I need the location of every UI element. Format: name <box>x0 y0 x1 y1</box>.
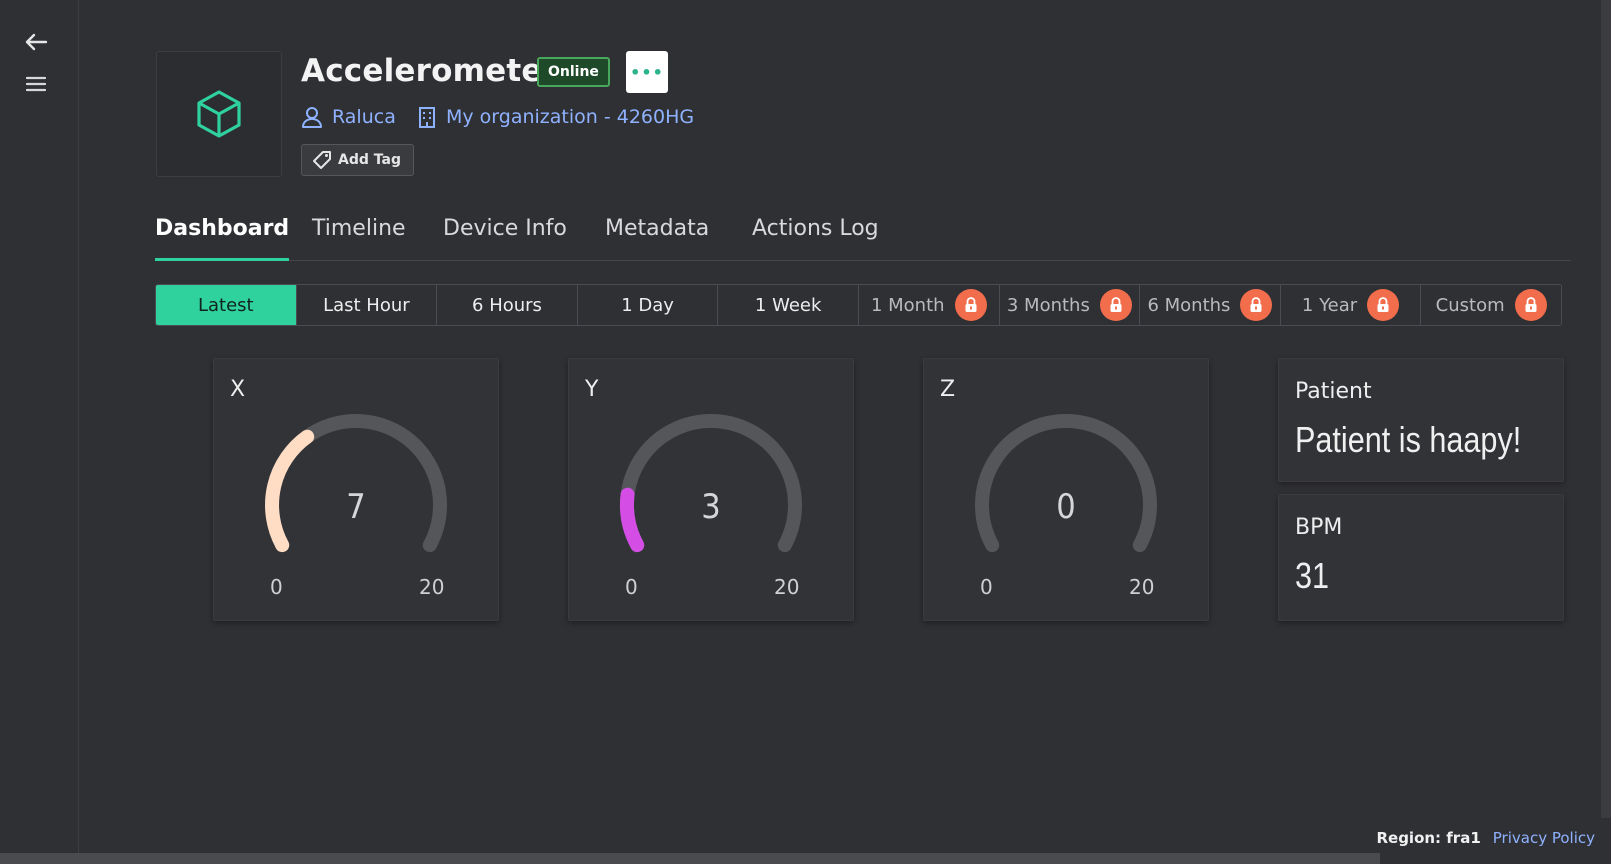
tab-metadata[interactable]: Metadata <box>605 210 709 260</box>
gauge-widget-y: Y 3 0 20 <box>568 358 854 621</box>
gauge-max-label: 20 <box>774 575 800 599</box>
organization-link[interactable]: My organization - 4260HG <box>417 104 694 130</box>
organization-name: My organization - 4260HG <box>446 106 695 128</box>
range-6-hours[interactable]: 6 Hours <box>437 285 578 325</box>
time-range-selector: Latest Last Hour 6 Hours 1 Day 1 Week 1 … <box>155 284 1562 326</box>
add-tag-label: Add Tag <box>338 152 401 168</box>
range-6-months[interactable]: 6 Months <box>1140 285 1281 325</box>
lock-icon <box>1240 289 1273 321</box>
gauge-min-label: 0 <box>625 575 638 599</box>
widget-title: Patient <box>1295 379 1372 404</box>
hamburger-menu-icon[interactable] <box>22 70 50 98</box>
gauge-min-label: 0 <box>980 575 993 599</box>
user-icon <box>302 107 322 128</box>
building-icon <box>419 107 435 128</box>
range-label: Latest <box>197 294 254 316</box>
range-label: 3 Months <box>1006 294 1090 316</box>
gauge-max-label: 20 <box>1129 575 1155 599</box>
lock-icon <box>1514 289 1547 321</box>
tab-timeline[interactable]: Timeline <box>312 210 406 260</box>
range-3-months[interactable]: 3 Months <box>999 285 1141 325</box>
tab-actions-log[interactable]: Actions Log <box>752 210 879 260</box>
range-1-month[interactable]: 1 Month <box>858 285 1000 325</box>
range-label: Last Hour <box>323 294 410 316</box>
lock-icon <box>1099 289 1132 321</box>
gauge-value: 7 <box>346 487 366 527</box>
vertical-scrollbar[interactable] <box>1601 0 1611 818</box>
privacy-policy-link[interactable]: Privacy Policy <box>1493 829 1595 847</box>
range-label: 1 Year <box>1301 294 1358 316</box>
owner-name: Raluca <box>332 106 396 128</box>
tag-icon <box>313 151 331 169</box>
widget-value: Patient is haapy! <box>1295 419 1522 460</box>
device-title: Accelerometer <box>301 53 559 89</box>
cube-icon <box>197 90 241 138</box>
gauge-widget-z: Z 0 0 20 <box>923 358 1209 621</box>
widget-value: 31 <box>1295 555 1330 596</box>
back-arrow-icon[interactable] <box>22 28 50 56</box>
range-label: Custom <box>1435 294 1505 316</box>
range-1-day[interactable]: 1 Day <box>577 285 719 325</box>
range-label: 6 Hours <box>472 294 542 316</box>
tab-bar: Dashboard Timeline Device Info Metadata … <box>155 210 1571 261</box>
gauge-value: 3 <box>701 487 721 527</box>
label-widget-patient: Patient Patient is haapy! <box>1278 358 1564 482</box>
footer: Region: fra1 Privacy Policy <box>1376 829 1595 847</box>
tab-device-info[interactable]: Device Info <box>443 210 567 260</box>
sidebar <box>0 0 79 854</box>
add-tag-button[interactable]: Add Tag <box>301 144 414 176</box>
more-options-button[interactable]: ••• <box>626 51 668 93</box>
range-label: 1 Week <box>754 294 822 316</box>
tab-dashboard[interactable]: Dashboard <box>155 210 290 261</box>
range-label: 1 Day <box>621 294 674 316</box>
horizontal-scrollbar[interactable] <box>0 853 1380 864</box>
range-label: 6 Months <box>1147 294 1231 316</box>
region-label: Region: fra1 <box>1376 829 1481 847</box>
status-badge: Online <box>537 57 610 87</box>
device-icon-box <box>156 51 282 177</box>
range-label: 1 Month <box>870 294 945 316</box>
owner-link[interactable]: Raluca <box>301 104 396 130</box>
label-widget-bpm: BPM 31 <box>1278 494 1564 621</box>
lock-icon <box>1367 289 1400 321</box>
gauge-min-label: 0 <box>270 575 283 599</box>
range-1-year[interactable]: 1 Year <box>1280 285 1422 325</box>
range-1-week[interactable]: 1 Week <box>718 285 859 325</box>
lock-icon <box>954 289 987 321</box>
gauge-widget-x: X 7 0 20 <box>213 358 499 621</box>
range-latest[interactable]: Latest <box>156 285 297 325</box>
gauge-max-label: 20 <box>419 575 445 599</box>
range-last-hour[interactable]: Last Hour <box>296 285 438 325</box>
widget-title: BPM <box>1295 515 1343 540</box>
range-custom[interactable]: Custom <box>1421 285 1561 325</box>
gauge-value: 0 <box>1056 487 1076 527</box>
